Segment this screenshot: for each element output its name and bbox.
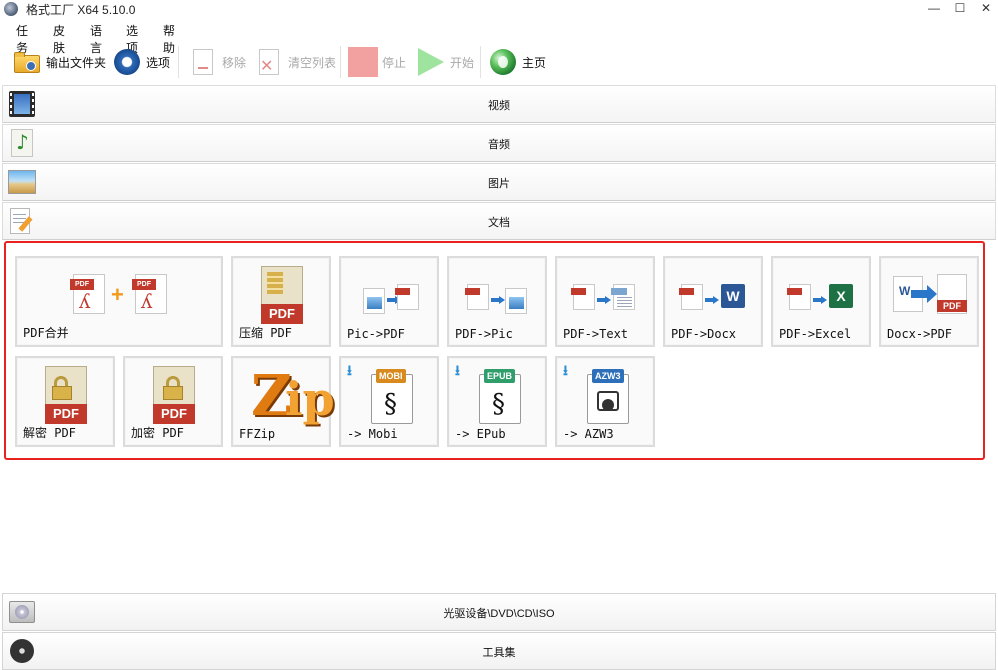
options-button[interactable]: 选项 (112, 42, 170, 82)
tile-pdf-to-text-label: PDF->Text (563, 327, 629, 341)
pdf-to-docx-icon: W (665, 266, 761, 326)
tile-to-mobi[interactable]: ⭳ MOBI § -> Mobi (339, 356, 439, 447)
pdf-to-text-icon (557, 266, 653, 326)
start-button[interactable]: 开始 (416, 42, 474, 82)
tile-pic-to-pdf-label: Pic->PDF (347, 327, 405, 341)
clear-list-button[interactable]: ✕ 清空列表 (254, 42, 336, 82)
unlock-pdf-icon: PDF (17, 366, 113, 426)
clear-list-icon: ✕ (254, 47, 284, 77)
window-title: 格式工厂 X64 5.10.0 (26, 3, 136, 17)
tile-to-mobi-label: -> Mobi (347, 427, 398, 441)
tile-pdf-to-docx-label: PDF->Docx (671, 327, 737, 341)
mobi-ebook-icon: ⭳ MOBI § (341, 362, 437, 426)
category-audio-label: 音频 (488, 139, 510, 151)
tile-encrypt-pdf-label: 加密 PDF (131, 426, 184, 440)
category-tools-label: 工具集 (482, 647, 516, 659)
remove-file-icon (188, 47, 218, 77)
category-document-label: 文档 (488, 217, 510, 229)
docx-to-pdf-icon: W PDF (881, 266, 977, 326)
tile-to-azw3-label: -> AZW3 (563, 427, 614, 441)
lock-pdf-icon: PDF (125, 366, 221, 426)
tile-pdf-merge[interactable]: PDF ʎ + PDF ʎ PDF合并 (15, 256, 223, 347)
tile-pdf-to-excel-label: PDF->Excel (779, 327, 852, 341)
app-logo-icon (4, 2, 18, 16)
clear-list-label: 清空列表 (288, 55, 337, 70)
output-folder-label: 输出文件夹 (46, 55, 107, 70)
tile-to-azw3[interactable]: ⭳ AZW3 -> AZW3 (555, 356, 655, 447)
azw3-ebook-icon: ⭳ AZW3 (557, 362, 653, 426)
start-label: 开始 (450, 55, 475, 70)
pdf-merge-icon: PDF ʎ + PDF ʎ (17, 266, 221, 326)
category-optical-drive[interactable]: 光驱设备\DVD\CD\ISO (2, 593, 996, 631)
tile-to-epub-label: -> EPub (455, 427, 506, 441)
stop-button[interactable]: 停止 (348, 42, 406, 82)
tile-ffzip-label: FFZip (239, 427, 276, 441)
compress-pdf-icon: PDF (233, 266, 329, 326)
close-button[interactable]: ✕ (970, 0, 998, 18)
tile-pdf-to-pic-label: PDF->Pic (455, 327, 513, 341)
remove-label: 移除 (222, 55, 247, 70)
tile-decrypt-pdf-label: 解密 PDF (23, 426, 76, 440)
globe-icon (488, 47, 518, 77)
category-picture[interactable]: 图片 (2, 163, 996, 201)
gear-icon (112, 47, 142, 77)
home-button[interactable]: 主页 (488, 42, 546, 82)
pdf-to-excel-icon: X (773, 266, 869, 326)
play-icon (416, 47, 446, 77)
tile-encrypt-pdf[interactable]: PDF 加密 PDF (123, 356, 223, 447)
stop-label: 停止 (382, 55, 407, 70)
zip-logo-icon: Z ip (251, 363, 335, 429)
tile-compress-pdf[interactable]: PDF 压缩 PDF (231, 256, 331, 347)
category-video-label: 视频 (488, 100, 510, 112)
home-label: 主页 (522, 55, 547, 70)
remove-button[interactable]: 移除 (188, 42, 246, 82)
tile-pdf-to-excel[interactable]: X PDF->Excel (771, 256, 871, 347)
category-document[interactable]: 文档 (2, 202, 996, 240)
category-video[interactable]: 视频 (2, 85, 996, 123)
category-audio[interactable]: ♪ 音频 (2, 124, 996, 162)
tile-compress-pdf-label: 压缩 PDF (239, 326, 292, 340)
category-optical-drive-label: 光驱设备\DVD\CD\ISO (443, 608, 555, 620)
category-picture-label: 图片 (488, 178, 510, 190)
tile-pdf-to-pic[interactable]: PDF->Pic (447, 256, 547, 347)
pdf-to-pic-icon (449, 266, 545, 326)
tile-docx-to-pdf-label: Docx->PDF (887, 327, 953, 341)
tile-pdf-to-docx[interactable]: W PDF->Docx (663, 256, 763, 347)
output-folder-button[interactable]: 输出文件夹 (12, 42, 106, 82)
category-tools[interactable]: 工具集 (2, 632, 996, 670)
tile-pdf-merge-label: PDF合并 (23, 326, 69, 340)
folder-icon (12, 47, 42, 77)
options-label: 选项 (146, 55, 171, 70)
tile-ffzip[interactable]: Z ip FFZip (231, 356, 335, 447)
tile-decrypt-pdf[interactable]: PDF 解密 PDF (15, 356, 115, 447)
title-bar: 格式工厂 X64 5.10.0 — ☐ ✕ (0, 0, 998, 18)
tile-pdf-to-text[interactable]: PDF->Text (555, 256, 655, 347)
tile-to-epub[interactable]: ⭳ EPUB § -> EPub (447, 356, 547, 447)
pic-to-pdf-icon (341, 266, 437, 326)
tile-pic-to-pdf[interactable]: Pic->PDF (339, 256, 439, 347)
epub-ebook-icon: ⭳ EPUB § (449, 362, 545, 426)
toolbar: 输出文件夹 选项 移除 ✕ 清空列表 停止 开始 主页 (0, 42, 998, 82)
tile-docx-to-pdf[interactable]: W PDF Docx->PDF (879, 256, 979, 347)
stop-icon (348, 47, 378, 77)
